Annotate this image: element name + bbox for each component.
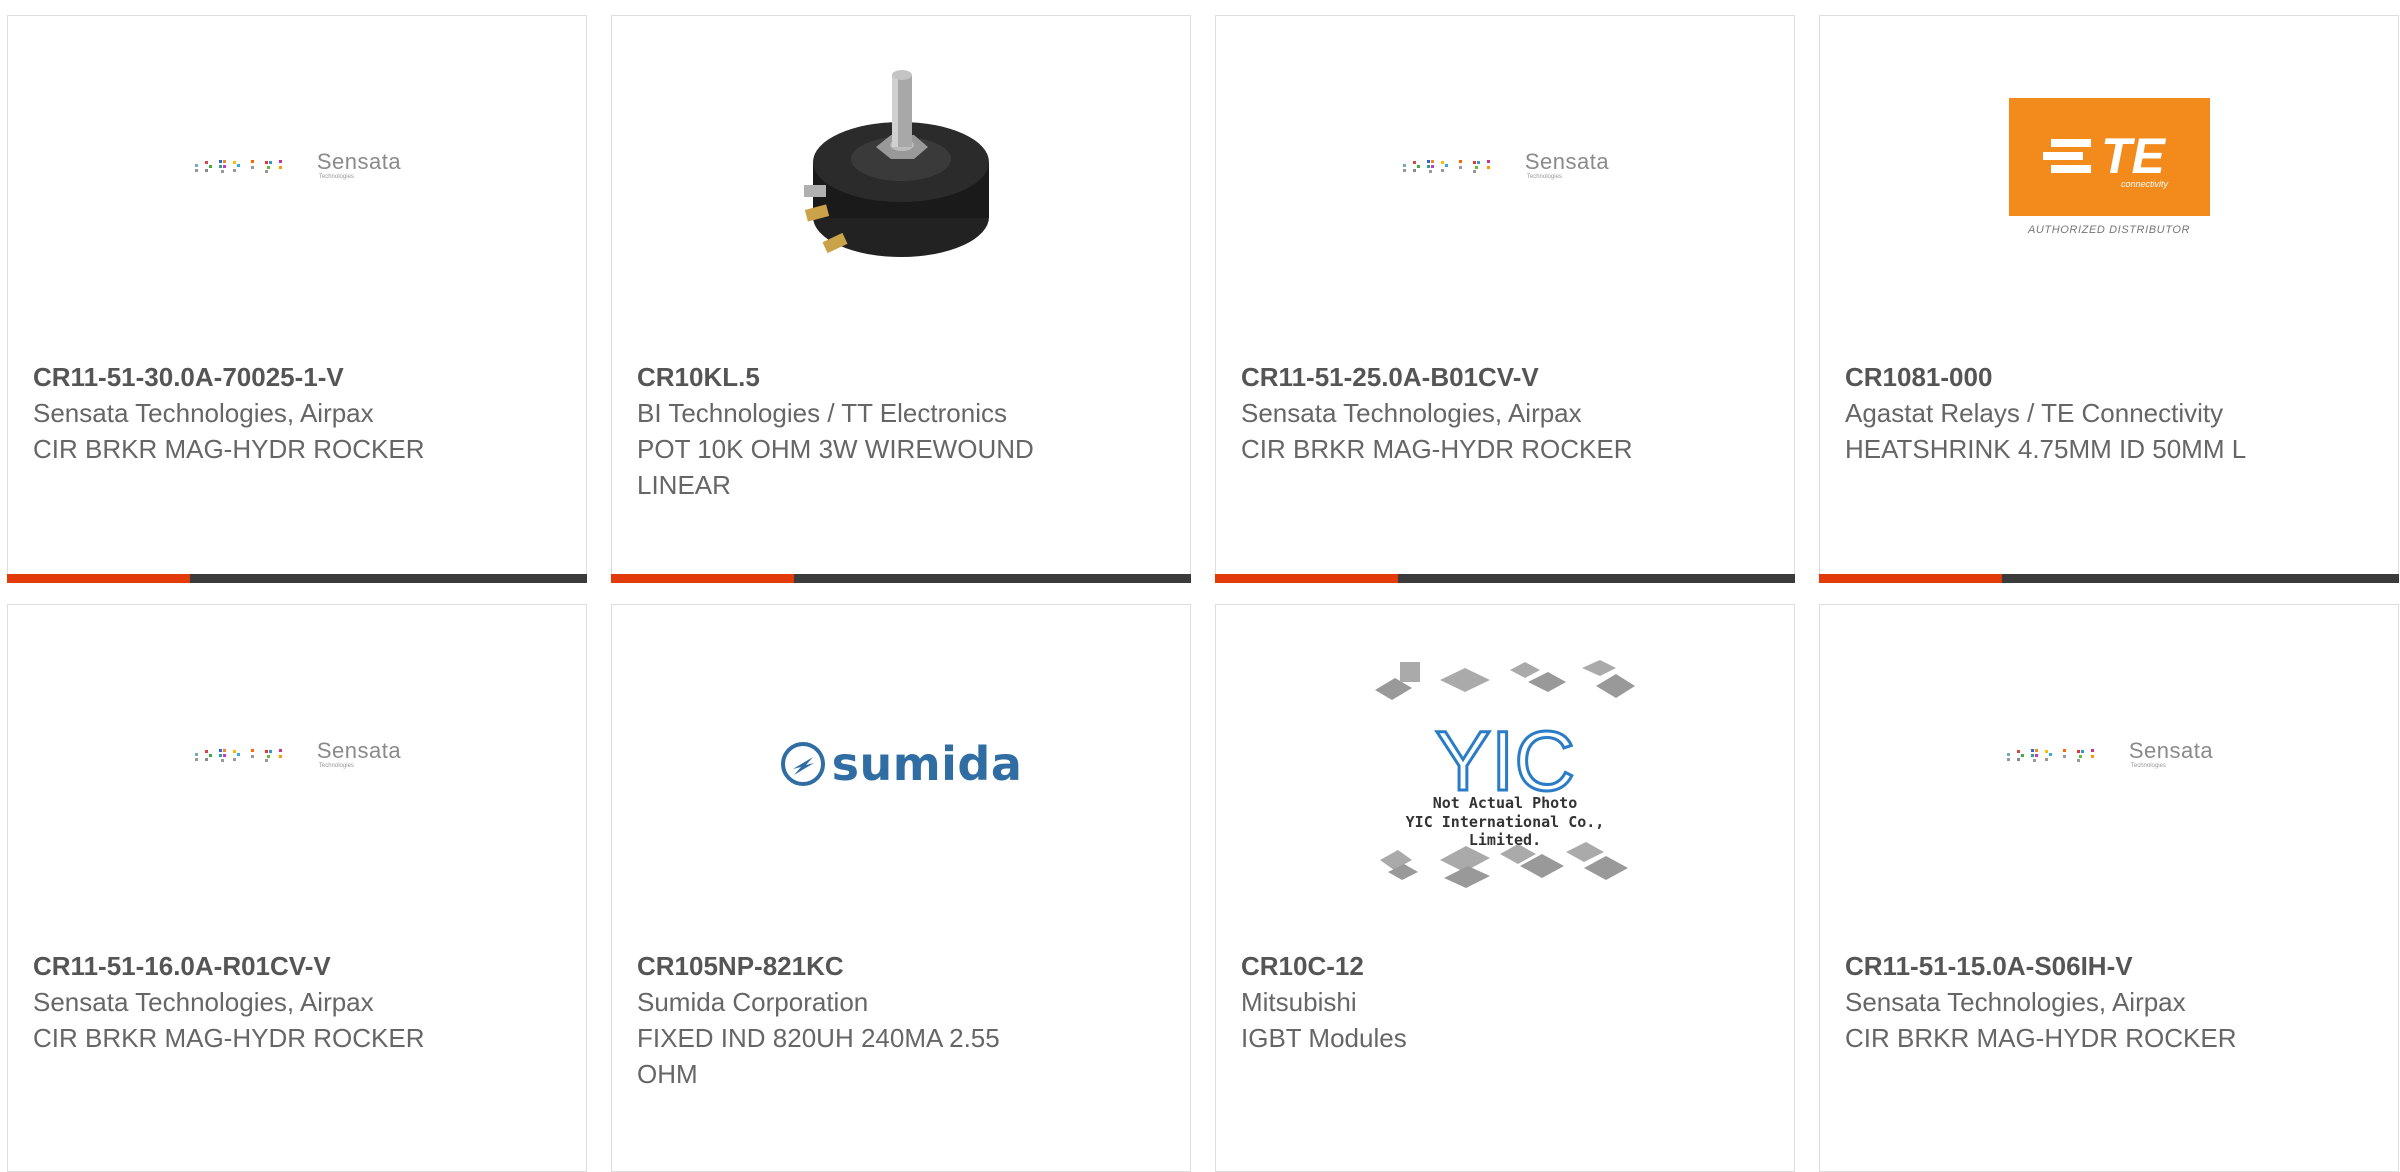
manufacturer: Sumida Corporation bbox=[637, 987, 869, 1017]
product-card[interactable]: Sensata Technologies CR11-51-15.0A-S06IH… bbox=[1819, 604, 2399, 1172]
product-image[interactable]: Sensata Technologies bbox=[8, 16, 586, 346]
sensata-subtext: Technologies bbox=[318, 763, 354, 769]
product-card[interactable]: Sensata Technologies CR11-51-16.0A-R01CV… bbox=[7, 604, 587, 1172]
sensata-dots-icon bbox=[2006, 749, 2094, 762]
product-image[interactable]: Sensata Technologies bbox=[1820, 605, 2398, 935]
description: CIR BRKR MAG-HYDR ROCKER bbox=[33, 434, 425, 464]
sensata-logo: Sensata Technologies bbox=[193, 151, 401, 181]
part-number[interactable]: CR11-51-30.0A-70025-1-V bbox=[33, 359, 473, 395]
product-card[interactable]: YIC Not Actual Photo YIC International C… bbox=[1215, 604, 1795, 1172]
product-card[interactable]: CR10KL.5 BI Technologies / TT Electronic… bbox=[611, 15, 1191, 583]
manufacturer: Mitsubishi bbox=[1241, 987, 1357, 1017]
card-bottom-bar bbox=[1819, 574, 2399, 583]
svg-text:TE: TE bbox=[2101, 128, 2167, 184]
part-number[interactable]: CR10KL.5 bbox=[637, 359, 1077, 395]
chip-shapes-icon: YIC bbox=[1375, 660, 1635, 888]
sensata-subtext: Technologies bbox=[318, 174, 354, 180]
sensata-logo: Sensata Technologies bbox=[1401, 151, 1609, 181]
part-number[interactable]: CR105NP-821KC bbox=[637, 948, 1077, 984]
sumida-wordmark: sumida bbox=[831, 737, 1023, 791]
description: CIR BRKR MAG-HYDR ROCKER bbox=[33, 1023, 425, 1053]
product-card[interactable]: TE connectivity AUTHORIZED DISTRIBUTOR C… bbox=[1819, 15, 2399, 583]
description: POT 10K OHM 3W WIREWOUND LINEAR bbox=[637, 434, 1034, 500]
te-logo: TE connectivity AUTHORIZED DISTRIBUTOR bbox=[2008, 98, 2210, 236]
product-image[interactable]: Sensata Technologies bbox=[8, 605, 586, 935]
yic-placeholder-image: YIC Not Actual Photo YIC International C… bbox=[1370, 660, 1640, 900]
card-accent bbox=[7, 574, 190, 583]
sensata-dots-icon bbox=[194, 160, 282, 173]
sensata-subtext: Technologies bbox=[2130, 763, 2166, 769]
product-card[interactable]: sumida CR105NP-821KC Sumida Corporation … bbox=[611, 604, 1191, 1172]
card-accent bbox=[1819, 574, 2002, 583]
card-accent bbox=[1215, 574, 1398, 583]
authorized-distributor-label: AUTHORIZED DISTRIBUTOR bbox=[2027, 224, 2191, 236]
sensata-dots-icon bbox=[1402, 160, 1490, 173]
manufacturer: Agastat Relays / TE Connectivity bbox=[1845, 398, 2224, 428]
sensata-dots-icon bbox=[194, 749, 282, 762]
potentiometer-photo bbox=[804, 70, 989, 257]
sensata-wordmark: Sensata bbox=[316, 149, 402, 174]
sensata-wordmark: Sensata bbox=[316, 738, 402, 763]
card-bottom-bar bbox=[1215, 574, 1795, 583]
sensata-wordmark: Sensata bbox=[1524, 149, 1610, 174]
manufacturer: Sensata Technologies, Airpax bbox=[33, 398, 374, 428]
product-image[interactable]: YIC Not Actual Photo YIC International C… bbox=[1216, 605, 1794, 935]
part-number[interactable]: CR11-51-25.0A-B01CV-V bbox=[1241, 359, 1681, 395]
sensata-subtext: Technologies bbox=[1526, 174, 1562, 180]
sensata-wordmark: Sensata bbox=[2128, 738, 2214, 763]
product-image[interactable] bbox=[612, 16, 1190, 346]
product-image[interactable]: Sensata Technologies bbox=[1216, 16, 1794, 346]
sumida-mark-icon bbox=[780, 742, 825, 786]
card-bottom-bar bbox=[611, 574, 1191, 583]
sensata-logo: Sensata Technologies bbox=[2005, 740, 2213, 770]
product-image[interactable]: TE connectivity AUTHORIZED DISTRIBUTOR bbox=[1820, 16, 2398, 346]
product-card[interactable]: Sensata Technologies CR11-51-25.0A-B01CV… bbox=[1215, 15, 1795, 583]
description: IGBT Modules bbox=[1241, 1023, 1407, 1053]
part-number[interactable]: CR11-51-15.0A-S06IH-V bbox=[1845, 948, 2285, 984]
manufacturer: Sensata Technologies, Airpax bbox=[1845, 987, 2186, 1017]
manufacturer: Sensata Technologies, Airpax bbox=[33, 987, 374, 1017]
description: HEATSHRINK 4.75MM ID 50MM L bbox=[1845, 434, 2247, 464]
product-card[interactable]: Sensata Technologies CR11-51-30.0A-70025… bbox=[7, 15, 587, 583]
description: FIXED IND 820UH 240MA 2.55 OHM bbox=[637, 1023, 1000, 1089]
manufacturer: Sensata Technologies, Airpax bbox=[1241, 398, 1582, 428]
product-image[interactable]: sumida bbox=[612, 605, 1190, 935]
not-actual-photo-caption: Not Actual Photo bbox=[1432, 794, 1578, 812]
yic-company-caption: YIC International Co., Limited. bbox=[1405, 813, 1605, 849]
manufacturer: BI Technologies / TT Electronics bbox=[637, 398, 1007, 428]
part-number[interactable]: CR1081-000 bbox=[1845, 359, 2285, 395]
part-number[interactable]: CR11-51-16.0A-R01CV-V bbox=[33, 948, 473, 984]
te-mark-icon: TE connectivity bbox=[2043, 128, 2169, 189]
svg-text:connectivity: connectivity bbox=[2121, 179, 2169, 189]
part-number[interactable]: CR10C-12 bbox=[1241, 948, 1681, 984]
sumida-logo: sumida bbox=[780, 737, 1023, 791]
description: CIR BRKR MAG-HYDR ROCKER bbox=[1241, 434, 1633, 464]
sensata-logo: Sensata Technologies bbox=[193, 740, 401, 770]
card-bottom-bar bbox=[7, 574, 587, 583]
description: CIR BRKR MAG-HYDR ROCKER bbox=[1845, 1023, 2237, 1053]
card-accent bbox=[611, 574, 794, 583]
